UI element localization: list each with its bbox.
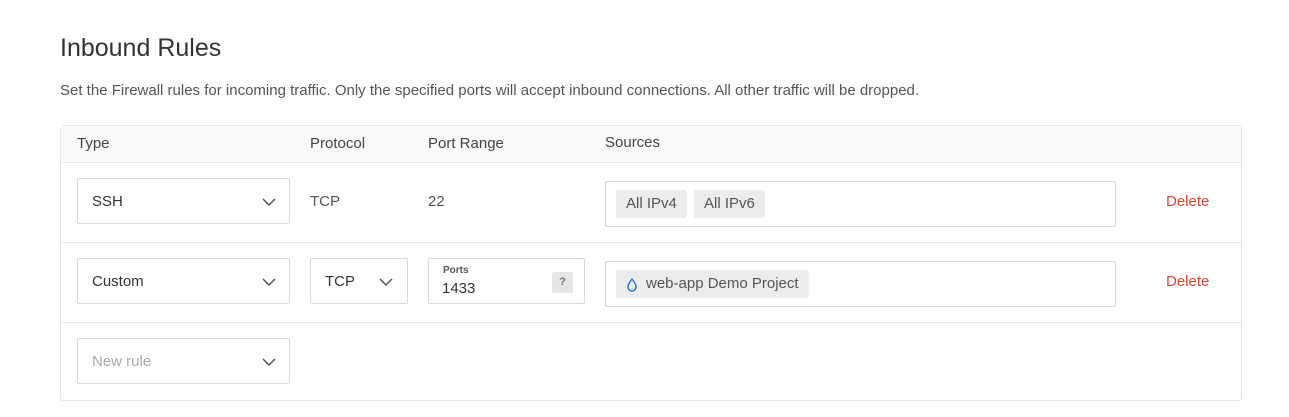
- source-tag-label: web-app Demo Project: [646, 275, 799, 292]
- new-rule-placeholder: New rule: [92, 353, 152, 370]
- chevron-down-icon: [262, 278, 276, 287]
- type-select[interactable]: SSH: [77, 178, 290, 224]
- header-protocol: Protocol: [310, 135, 366, 152]
- sources-field[interactable]: web-app Demo Project: [605, 261, 1116, 307]
- header-sources: Sources: [605, 134, 661, 151]
- port-range-value: 22: [428, 193, 445, 210]
- protocol-value: TCP: [310, 193, 340, 210]
- source-tag-project[interactable]: web-app Demo Project: [616, 270, 809, 298]
- table-header: Type Protocol Port Range Sources: [61, 126, 1241, 163]
- type-select-value: SSH: [92, 193, 123, 210]
- ports-value: 1433: [442, 280, 476, 297]
- sources-field[interactable]: All IPv4 All IPv6: [605, 181, 1116, 227]
- page-title: Inbound Rules: [60, 34, 222, 62]
- header-port-range: Port Range: [428, 135, 504, 152]
- chevron-down-icon: [379, 278, 393, 287]
- ports-input[interactable]: Ports 1433 ?: [428, 258, 585, 304]
- delete-rule-button[interactable]: Delete: [1166, 273, 1209, 290]
- new-rule-select[interactable]: New rule: [77, 338, 290, 384]
- header-type: Type: [77, 135, 110, 152]
- help-icon[interactable]: ?: [552, 272, 573, 293]
- table-row: Custom TCP Ports 1433 ? web-app Demo Pro…: [61, 243, 1241, 323]
- inbound-rules-table: Type Protocol Port Range Sources SSH TCP…: [60, 125, 1242, 401]
- type-select[interactable]: Custom: [77, 258, 290, 304]
- ports-label: Ports: [443, 265, 469, 276]
- page-description: Set the Firewall rules for incoming traf…: [60, 82, 920, 99]
- protocol-select-value: TCP: [325, 273, 355, 290]
- chevron-down-icon: [262, 198, 276, 207]
- protocol-select[interactable]: TCP: [310, 258, 408, 304]
- droplet-icon: [627, 278, 637, 292]
- type-select-value: Custom: [92, 273, 144, 290]
- new-rule-row: New rule: [61, 323, 1241, 401]
- table-row: SSH TCP 22 All IPv4 All IPv6 Delete: [61, 163, 1241, 243]
- chevron-down-icon: [262, 358, 276, 367]
- delete-rule-button[interactable]: Delete: [1166, 193, 1209, 210]
- source-tag-ipv6[interactable]: All IPv6: [694, 190, 765, 218]
- source-tag-ipv4[interactable]: All IPv4: [616, 190, 687, 218]
